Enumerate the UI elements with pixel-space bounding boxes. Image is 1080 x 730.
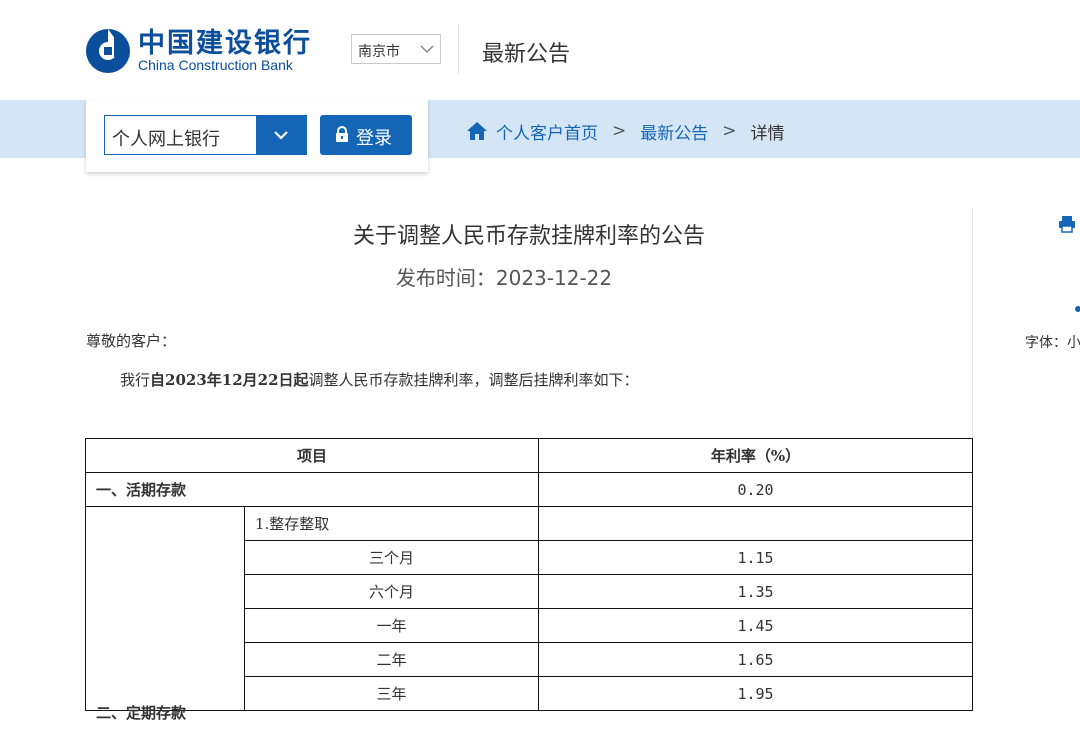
header-divider (458, 24, 459, 74)
rate-cell: 1.45 (538, 608, 973, 643)
fixed-deposit-label: 二、定期存款 (85, 506, 245, 722)
ccb-logo[interactable]: 中国建设银行 China Construction Bank (84, 27, 344, 77)
table-row: 二、定期存款 1.整存整取 (85, 506, 973, 722)
breadcrumb: 个人客户首页 > 最新公告 > 详情 (466, 118, 785, 144)
chevron-down-icon (420, 45, 434, 54)
rate-cell: 1.15 (538, 540, 973, 575)
intro-text-post: 调整人民币存款挂牌利率，调整后挂牌利率如下： (308, 371, 639, 389)
intro-text-pre: 我行 (120, 371, 151, 389)
term-cell: 一年 (244, 608, 539, 643)
city-select-value: 南京市 (358, 44, 400, 60)
content-divider (972, 208, 973, 468)
bank-type-select[interactable]: 个人网上银行 (104, 115, 307, 155)
article-intro: 我行自2023年12月22日起调整人民币存款挂牌利率，调整后挂牌利率如下： (120, 369, 639, 390)
bank-type-dropdown-button[interactable] (256, 116, 306, 154)
rate-cell: 1.95 (538, 676, 973, 711)
rate-cell: 1.65 (538, 642, 973, 677)
article-date: 发布时间：2023-12-22 (395, 266, 613, 290)
interest-rate-table: 项目 年利率（%） 一、活期存款 0.20 二、定期存款 1.整存整取 三个月 … (85, 438, 973, 722)
login-button[interactable]: 登录 (320, 115, 412, 155)
ccb-logo-icon (86, 29, 130, 73)
site-header: 中国建设银行 China Construction Bank 南京市 最新公告 (0, 0, 1080, 100)
bank-type-value: 个人网上银行 (112, 129, 220, 150)
login-button-label: 登录 (356, 128, 392, 149)
logo-chinese-text: 中国建设银行 (138, 28, 312, 59)
city-select[interactable]: 南京市 (351, 34, 441, 64)
table-header-row: 项目 年利率（%） (85, 438, 973, 473)
breadcrumb-current: 详情 (750, 123, 785, 144)
print-icon[interactable] (1058, 215, 1076, 233)
breadcrumb-notices-link[interactable]: 最新公告 (640, 119, 708, 144)
article-title: 关于调整人民币存款挂牌利率的公告 (352, 224, 705, 249)
font-size-label: 字体：小 (1025, 335, 1080, 351)
font-size-dot[interactable] (1075, 306, 1080, 312)
rate-cell: 1.35 (538, 574, 973, 609)
term-cell: 二年 (244, 642, 539, 677)
article-greeting: 尊敬的客户： (86, 332, 177, 350)
lock-icon (336, 126, 348, 142)
term-cell: 三个月 (244, 540, 539, 575)
breadcrumb-separator: > (722, 121, 737, 141)
term-cell: 六个月 (244, 574, 539, 609)
page-heading: 最新公告 (482, 42, 571, 67)
fixed-deposit-subheading: 1.整存整取 (244, 506, 539, 541)
header-item: 项目 (85, 438, 539, 473)
header-rate: 年利率（%） (538, 438, 973, 473)
demand-deposit-rate: 0.20 (538, 472, 973, 507)
home-icon[interactable] (466, 121, 488, 141)
breadcrumb-home-link[interactable]: 个人客户首页 (496, 119, 598, 144)
breadcrumb-separator: > (612, 121, 627, 141)
intro-text-date: 自2023年12月22日起 (150, 371, 309, 389)
fixed-deposit-label-text: 二、定期存款 (96, 704, 187, 722)
chevron-down-icon (274, 131, 288, 140)
demand-deposit-label: 一、活期存款 (85, 472, 539, 507)
table-row: 一、活期存款 0.20 (85, 472, 973, 507)
empty-rate-cell (538, 506, 973, 541)
term-cell: 三年 (244, 676, 539, 711)
logo-english-text: China Construction Bank (138, 57, 293, 73)
login-card: 个人网上银行 登录 (86, 100, 428, 172)
